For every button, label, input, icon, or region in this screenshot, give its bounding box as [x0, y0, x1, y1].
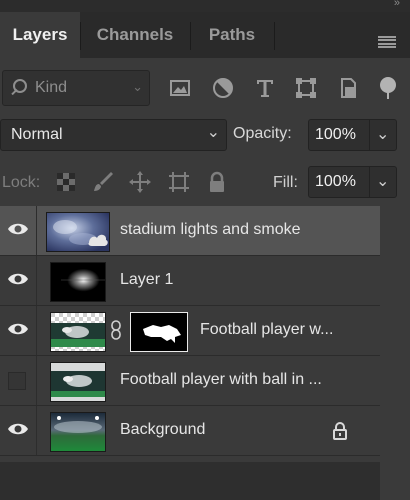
visibility-toggle[interactable] [0, 406, 37, 455]
visibility-toggle[interactable] [0, 306, 37, 355]
flare-thumbnail [51, 263, 105, 301]
lock-transparent-pixels-icon[interactable] [54, 170, 78, 194]
fill-value: 100% [315, 173, 356, 190]
collapse-panel-icon[interactable]: » [394, 0, 400, 9]
layer-thumbnail[interactable] [46, 212, 110, 252]
lock-artboard-icon[interactable] [167, 170, 191, 194]
fill-label: Fill: [273, 174, 298, 191]
lock-all-icon[interactable] [205, 170, 229, 194]
image-filter-icon[interactable] [168, 76, 192, 100]
layer-name[interactable]: Layer 1 [120, 271, 173, 289]
tab-channels[interactable]: Channels [80, 12, 190, 58]
visibility-off-box [8, 372, 26, 390]
visibility-toggle[interactable] [0, 206, 37, 255]
layer-name[interactable]: Football player with ball in ... [120, 371, 322, 389]
opacity-input[interactable]: 100% [308, 119, 370, 151]
panel-tab-bar: Layers Channels Paths [0, 12, 410, 58]
tab-divider [274, 22, 275, 50]
scrollbar-track[interactable] [380, 206, 410, 500]
layer-thumbnail[interactable] [50, 262, 106, 302]
eye-icon [8, 223, 28, 235]
visibility-toggle[interactable] [0, 356, 37, 405]
lock-image-pixels-icon[interactable] [91, 170, 115, 194]
fill-slider-toggle[interactable]: ⌄ [369, 166, 397, 198]
eye-icon [8, 273, 28, 285]
layer-row[interactable]: Layer 1 [0, 256, 380, 306]
lock-icon [333, 422, 347, 440]
chevron-down-icon: ⌄ [376, 126, 390, 143]
layer-row[interactable]: stadium lights and smoke [0, 206, 380, 256]
blend-mode-value: Normal [11, 126, 63, 143]
player-thumbnail [51, 313, 105, 351]
panel-empty-area [0, 462, 380, 500]
link-icon[interactable] [110, 320, 122, 340]
tab-paths[interactable]: Paths [190, 12, 274, 58]
layer-thumbnail[interactable] [50, 362, 106, 402]
chevron-down-icon: ⌄ [132, 79, 143, 94]
player-copy-thumbnail [51, 363, 105, 401]
layer-row[interactable]: Football player w... [0, 306, 380, 356]
eye-icon [8, 423, 28, 435]
tab-layers[interactable]: Layers [0, 12, 80, 58]
chevron-down-icon: ⌄ [206, 124, 220, 141]
panel-menu-icon[interactable] [378, 36, 396, 48]
smart-object-filter-icon[interactable] [336, 76, 360, 100]
smoke-thumbnail [47, 213, 109, 251]
shape-filter-icon[interactable] [294, 76, 318, 100]
layer-thumbnail[interactable] [50, 312, 106, 352]
layer-row[interactable]: Background [0, 406, 380, 456]
layer-name[interactable]: stadium lights and smoke [120, 221, 301, 239]
eye-icon [8, 323, 28, 335]
adjustment-filter-icon[interactable] [211, 76, 235, 100]
type-filter-icon[interactable] [253, 76, 277, 100]
blend-mode-select[interactable]: Normal ⌄ [0, 119, 227, 151]
filter-kind-label: Kind [35, 79, 68, 96]
fill-input[interactable]: 100% [308, 166, 370, 198]
chevron-down-icon: ⌄ [376, 173, 390, 190]
panel-top-strip: » [0, 0, 410, 12]
layer-filter-kind-select[interactable]: Kind ⌄ [2, 70, 150, 106]
opacity-label: Opacity: [233, 125, 292, 142]
stadium-thumbnail [51, 413, 105, 451]
lock-position-icon[interactable] [128, 170, 152, 194]
layers-list: stadium lights and smoke Layer 1 Footbal… [0, 206, 380, 462]
filter-toggle-icon[interactable] [376, 76, 400, 100]
layer-row[interactable]: Football player with ball in ... [0, 356, 380, 406]
opacity-value: 100% [315, 126, 356, 143]
layer-name[interactable]: Background [120, 421, 205, 439]
visibility-toggle[interactable] [0, 256, 37, 305]
layer-thumbnail[interactable] [50, 412, 106, 452]
mask-thumbnail [131, 313, 187, 351]
lock-label: Lock: [2, 174, 41, 191]
opacity-slider-toggle[interactable]: ⌄ [369, 119, 397, 151]
layer-name[interactable]: Football player w... [200, 321, 333, 339]
layer-mask-thumbnail[interactable] [130, 312, 188, 352]
